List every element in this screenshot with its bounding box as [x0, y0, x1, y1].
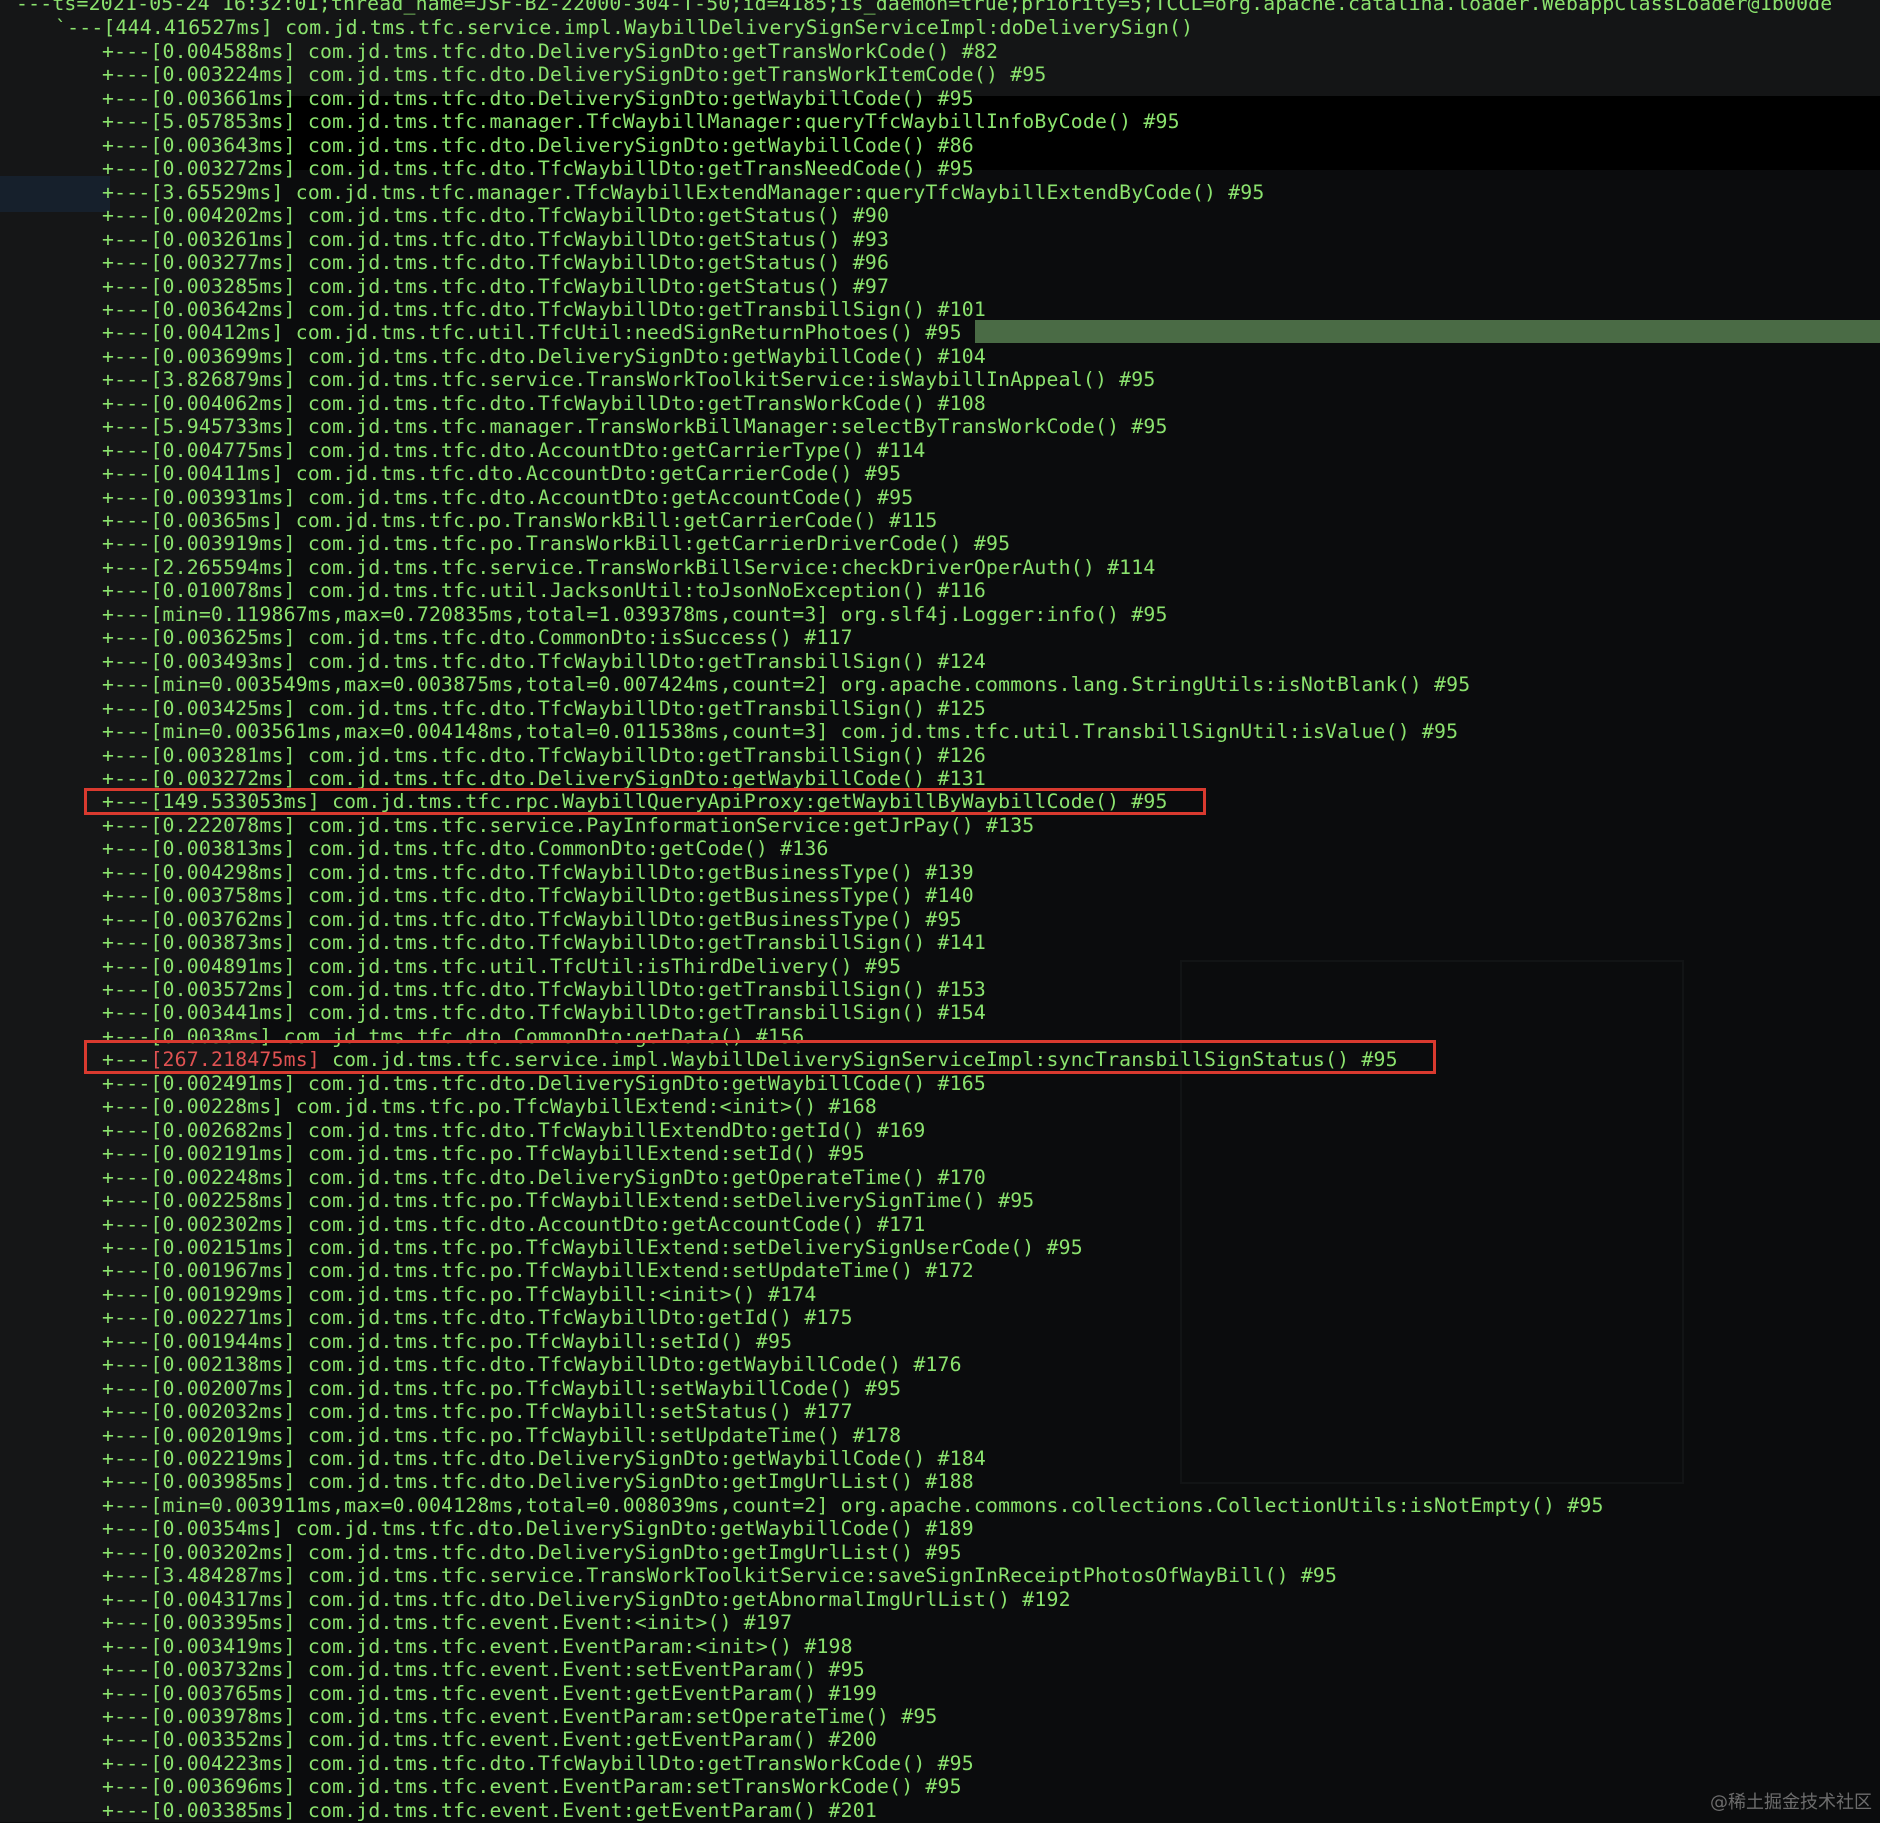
- trace-line: +---[0.002258ms] com.jd.tms.tfc.po.TfcWa…: [102, 1189, 1035, 1213]
- trace-line: +---[0.002138ms] com.jd.tms.tfc.dto.TfcW…: [102, 1353, 962, 1377]
- trace-line: +---[0.00365ms] com.jd.tms.tfc.po.TransW…: [102, 509, 938, 532]
- trace-line: +---[5.057853ms] com.jd.tms.tfc.manager.…: [102, 110, 1180, 134]
- trace-line: +---[0.003625ms] com.jd.tms.tfc.dto.Comm…: [102, 626, 853, 650]
- trace-line: +---[0.003642ms] com.jd.tms.tfc.dto.TfcW…: [102, 297, 986, 321]
- trace-line: +---[0.003765ms] com.jd.tms.tfc.event.Ev…: [102, 1681, 877, 1705]
- trace-line: +---[0.004202ms] com.jd.tms.tfc.dto.TfcW…: [102, 204, 890, 228]
- trace-line: +---[0.004891ms] com.jd.tms.tfc.util.Tfc…: [102, 954, 902, 978]
- trace-line: +---[0.002019ms] com.jd.tms.tfc.po.TfcWa…: [102, 1423, 902, 1447]
- trace-line: +---[0.003425ms] com.jd.tms.tfc.dto.TfcW…: [102, 696, 986, 720]
- trace-line: +---[0.003873ms] com.jd.tms.tfc.dto.TfcW…: [102, 931, 986, 955]
- trace-line: +---[0.001929ms] com.jd.tms.tfc.po.TfcWa…: [102, 1282, 817, 1306]
- trace-line: +---[0.003493ms] com.jd.tms.tfc.dto.TfcW…: [102, 649, 986, 673]
- watermark-text: @稀土掘金技术社区: [1710, 1792, 1872, 1813]
- trace-line: +---[min=0.003911ms,max=0.004128ms,total…: [102, 1493, 1604, 1517]
- selection-highlight-bar: [975, 320, 1880, 343]
- trace-line: +---[0.003272ms] com.jd.tms.tfc.dto.TfcW…: [102, 157, 974, 181]
- trace-line: +---[0.003985ms] com.jd.tms.tfc.dto.Deli…: [102, 1470, 974, 1494]
- root-call-line: `---[444.416527ms] com.jd.tms.tfc.servic…: [55, 16, 1194, 39]
- trace-line: +---[3.484287ms] com.jd.tms.tfc.service.…: [102, 1564, 1338, 1588]
- trace-line: +---[0.003395ms] com.jd.tms.tfc.event.Ev…: [102, 1611, 793, 1635]
- trace-line: +---[0.004062ms] com.jd.tms.tfc.dto.TfcW…: [102, 391, 986, 415]
- trace-line: +---[0.003661ms] com.jd.tms.tfc.dto.Deli…: [102, 86, 974, 110]
- trace-line: +---[0.004317ms] com.jd.tms.tfc.dto.Deli…: [102, 1587, 1071, 1611]
- trace-line: +---[0.002271ms] com.jd.tms.tfc.dto.TfcW…: [102, 1306, 853, 1330]
- background-faint-window: [1180, 960, 1684, 1484]
- trace-line: +---[min=0.003549ms,max=0.003875ms,total…: [102, 673, 1471, 697]
- trace-line: +---[0.002491ms] com.jd.tms.tfc.dto.Deli…: [102, 1071, 986, 1095]
- trace-line: +---[0.003202ms] com.jd.tms.tfc.dto.Deli…: [102, 1540, 962, 1564]
- trace-line: +---[0.003261ms] com.jd.tms.tfc.dto.TfcW…: [102, 227, 890, 251]
- trace-line: +---[0.002151ms] com.jd.tms.tfc.po.TfcWa…: [102, 1235, 1083, 1259]
- trace-line: +---[3.826879ms] com.jd.tms.tfc.service.…: [102, 368, 1156, 392]
- trace-line: +---[0.004223ms] com.jd.tms.tfc.dto.TfcW…: [102, 1751, 974, 1775]
- trace-line: +---[2.265594ms] com.jd.tms.tfc.service.…: [102, 555, 1156, 579]
- trace-line: +---[0.004298ms] com.jd.tms.tfc.dto.TfcW…: [102, 860, 974, 884]
- trace-line: +---[0.003441ms] com.jd.tms.tfc.dto.TfcW…: [102, 1001, 986, 1025]
- trace-line: +---[0.003762ms] com.jd.tms.tfc.dto.TfcW…: [102, 907, 962, 931]
- trace-line: +---[0.002007ms] com.jd.tms.tfc.po.TfcWa…: [102, 1376, 902, 1400]
- trace-line: +---[0.00411ms] com.jd.tms.tfc.dto.Accou…: [102, 462, 902, 486]
- trace-line: +---[min=0.003561ms,max=0.004148ms,total…: [102, 720, 1459, 744]
- trace-line: +---[0.003385ms] com.jd.tms.tfc.event.Ev…: [102, 1798, 877, 1822]
- thread-header-line: ---ts=2021-05-24 16:32:01;thread_name=JS…: [16, 0, 1833, 15]
- trace-line: +---[0.003978ms] com.jd.tms.tfc.event.Ev…: [102, 1704, 938, 1728]
- trace-line: +---[5.945733ms] com.jd.tms.tfc.manager.…: [102, 415, 1168, 439]
- trace-line: +---[0.001944ms] com.jd.tms.tfc.po.TfcWa…: [102, 1329, 793, 1353]
- trace-line: +---[0.002032ms] com.jd.tms.tfc.po.TfcWa…: [102, 1400, 853, 1424]
- trace-line: +---[0.003419ms] com.jd.tms.tfc.event.Ev…: [102, 1634, 853, 1658]
- trace-line: +---[0.003699ms] com.jd.tms.tfc.dto.Deli…: [102, 344, 986, 368]
- trace-line: +---[0.222078ms] com.jd.tms.tfc.service.…: [102, 813, 1035, 837]
- trace-line: +---[0.002191ms] com.jd.tms.tfc.po.TfcWa…: [102, 1142, 865, 1166]
- trace-line: +---[0.002248ms] com.jd.tms.tfc.dto.Deli…: [102, 1165, 986, 1189]
- trace-line: +---[3.65529ms] com.jd.tms.tfc.manager.T…: [102, 180, 1265, 204]
- trace-line: +---[0.003224ms] com.jd.tms.tfc.dto.Deli…: [102, 63, 1047, 87]
- trace-line: +---[0.003643ms] com.jd.tms.tfc.dto.Deli…: [102, 133, 974, 157]
- trace-line: +---[min=0.119867ms,max=0.720835ms,total…: [102, 602, 1168, 626]
- trace-line: +---[0.003281ms] com.jd.tms.tfc.dto.TfcW…: [102, 743, 986, 767]
- trace-line: +---[0.004775ms] com.jd.tms.tfc.dto.Acco…: [102, 438, 926, 462]
- trace-line: +---[0.004588ms] com.jd.tms.tfc.dto.Deli…: [102, 40, 999, 63]
- trace-line: +---[0.003277ms] com.jd.tms.tfc.dto.TfcW…: [102, 251, 890, 275]
- trace-line: +---[0.003285ms] com.jd.tms.tfc.dto.TfcW…: [102, 274, 890, 298]
- trace-line: +---[0.00228ms] com.jd.tms.tfc.po.TfcWay…: [102, 1095, 877, 1119]
- trace-line: +---[0.002219ms] com.jd.tms.tfc.dto.Deli…: [102, 1447, 986, 1470]
- trace-line: +---[0.00412ms] com.jd.tms.tfc.util.TfcU…: [102, 321, 962, 345]
- trace-line: +---[0.003931ms] com.jd.tms.tfc.dto.Acco…: [102, 485, 914, 509]
- trace-line: +---[0.010078ms] com.jd.tms.tfc.util.Jac…: [102, 579, 986, 603]
- trace-line: +---[0.003352ms] com.jd.tms.tfc.event.Ev…: [102, 1728, 877, 1752]
- trace-line: +---[0.003696ms] com.jd.tms.tfc.event.Ev…: [102, 1775, 962, 1799]
- highlight-box-waybill-query: [84, 788, 1206, 815]
- trace-line: +---[0.001967ms] com.jd.tms.tfc.po.TfcWa…: [102, 1259, 974, 1283]
- trace-line: +---[0.003919ms] com.jd.tms.tfc.po.Trans…: [102, 532, 1011, 556]
- trace-line: +---[0.003813ms] com.jd.tms.tfc.dto.Comm…: [102, 837, 829, 861]
- trace-line: +---[0.002682ms] com.jd.tms.tfc.dto.TfcW…: [102, 1118, 926, 1142]
- background-blue-strip: [0, 176, 110, 212]
- trace-line: +---[0.003572ms] com.jd.tms.tfc.dto.TfcW…: [102, 978, 986, 1001]
- trace-line: +---[0.003732ms] com.jd.tms.tfc.event.Ev…: [102, 1658, 865, 1682]
- highlight-box-sync-status: [84, 1040, 1436, 1074]
- trace-line: +---[0.003758ms] com.jd.tms.tfc.dto.TfcW…: [102, 884, 974, 908]
- trace-line: +---[0.00354ms] com.jd.tms.tfc.dto.Deliv…: [102, 1517, 974, 1541]
- trace-line: +---[0.002302ms] com.jd.tms.tfc.dto.Acco…: [102, 1212, 926, 1236]
